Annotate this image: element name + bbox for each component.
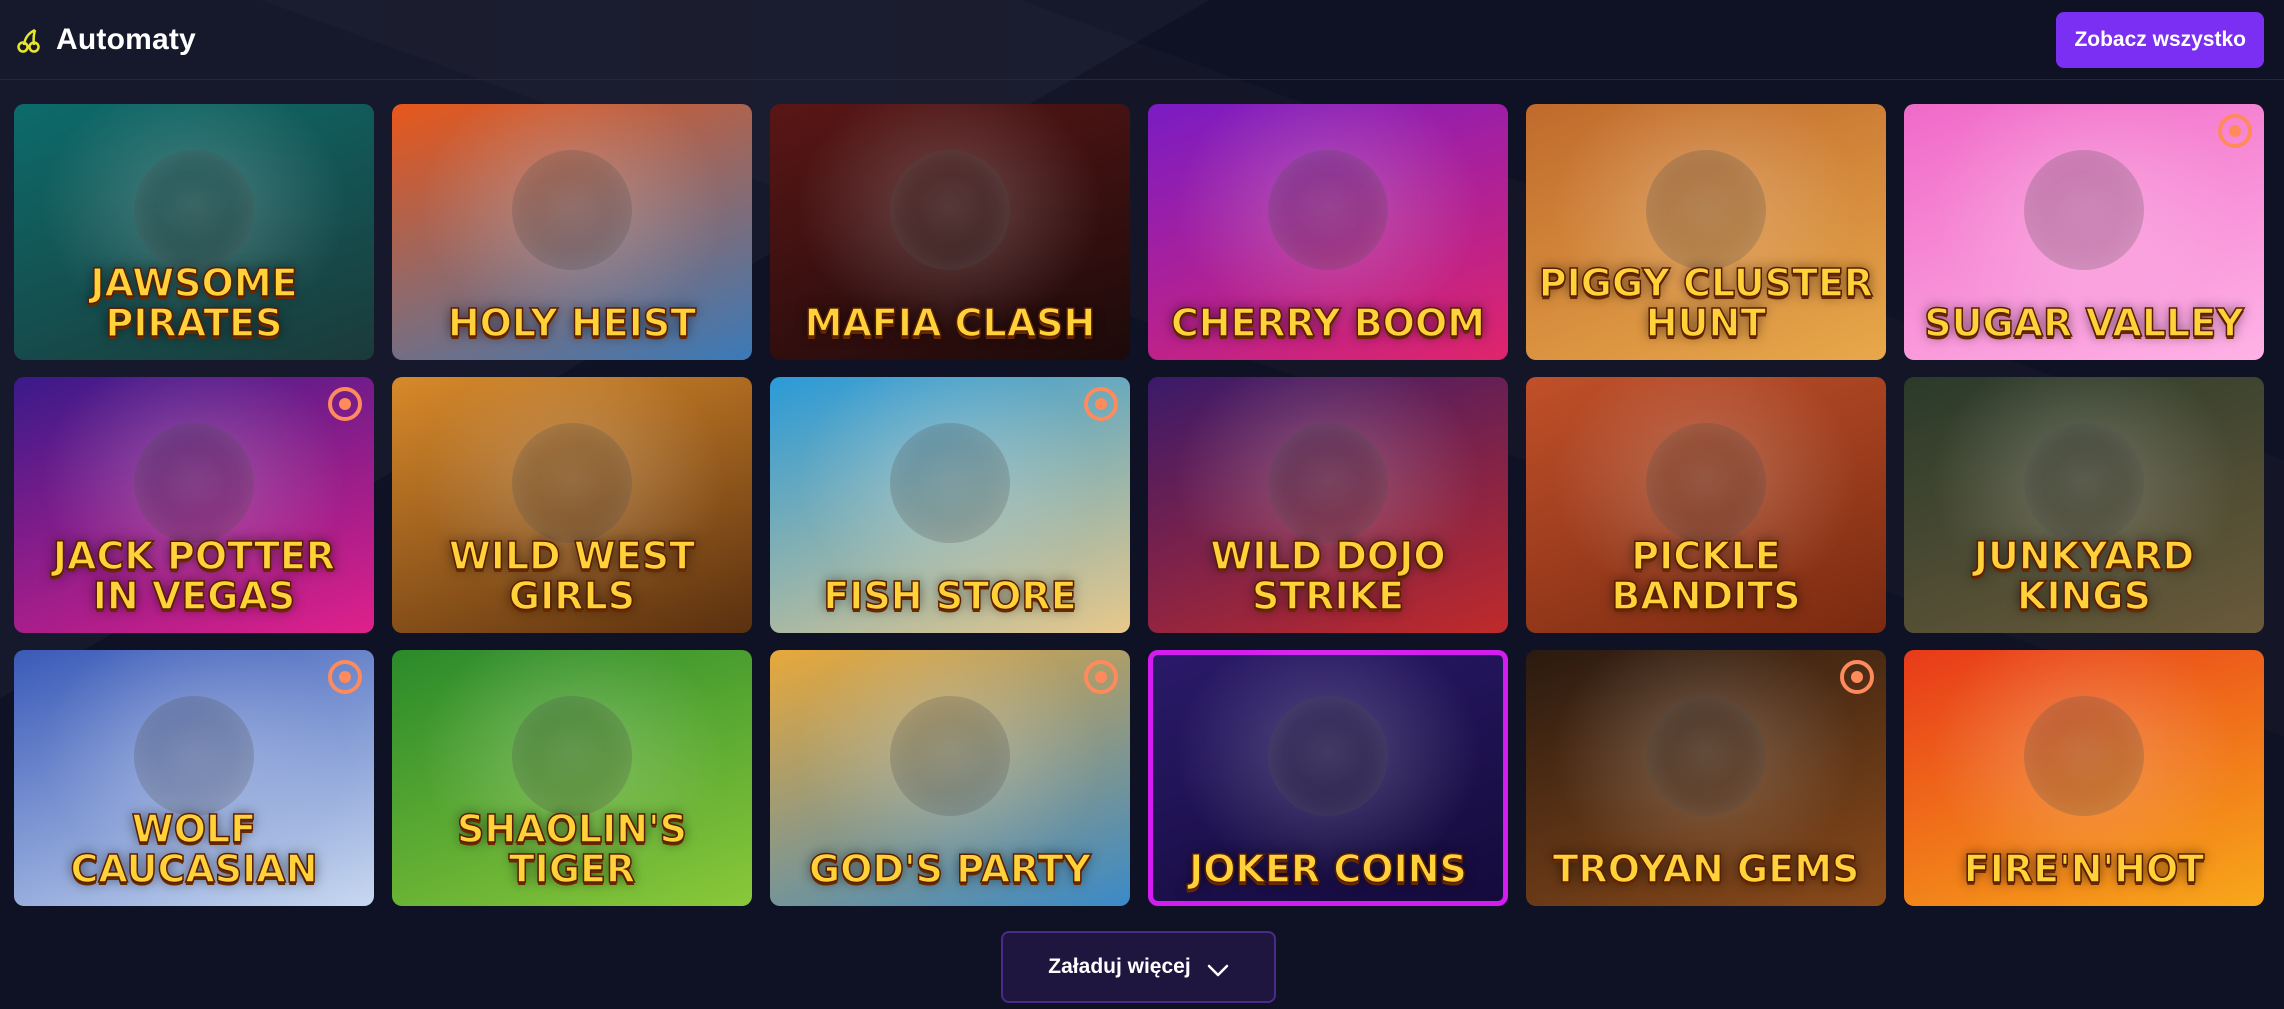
game-tile[interactable]: Wild Dojo Strike xyxy=(1148,377,1508,633)
game-tile[interactable]: Shaolin's Tiger xyxy=(392,650,752,906)
game-character-art xyxy=(1646,150,1766,271)
game-character-art xyxy=(1268,150,1388,271)
provider-badge-icon xyxy=(328,660,362,694)
game-character-art xyxy=(134,150,254,271)
game-character-art xyxy=(1268,423,1388,544)
games-grid: Jawsome Pirates Holy Heist Mafia Clash Cher… xyxy=(14,104,2264,906)
game-character-art xyxy=(1268,696,1388,817)
game-character-art xyxy=(512,696,632,817)
game-tile[interactable]: Mafia Clash xyxy=(770,104,1130,360)
game-title: Wolf Caucasian xyxy=(70,807,319,892)
game-title: God's Party xyxy=(808,847,1092,892)
load-more-label: Załaduj więcej xyxy=(1048,955,1191,978)
game-character-art xyxy=(890,150,1010,271)
game-tile[interactable]: Piggy Cluster Hunt xyxy=(1526,104,1886,360)
game-title: Fish Store xyxy=(823,574,1078,619)
game-character-art xyxy=(134,423,254,544)
game-character-art xyxy=(512,150,632,271)
section-title-group: Automaty xyxy=(16,23,196,57)
game-title: Pickle Bandits xyxy=(1611,534,1802,619)
game-character-art xyxy=(2024,696,2144,817)
game-tile[interactable]: Wild West Girls xyxy=(392,377,752,633)
game-tile[interactable]: Sugar Valley xyxy=(1904,104,2264,360)
game-tile[interactable]: Wolf Caucasian xyxy=(14,650,374,906)
game-title: Mafia Clash xyxy=(804,301,1096,346)
game-title: Jawsome Pirates xyxy=(90,261,299,346)
game-character-art xyxy=(1646,423,1766,544)
provider-badge-icon xyxy=(328,387,362,421)
section-title: Automaty xyxy=(56,22,196,56)
game-title: Fire'n'Hot xyxy=(1963,847,2205,892)
game-title: Holy Heist xyxy=(447,301,697,346)
game-tile[interactable]: Troyan Gems xyxy=(1526,650,1886,906)
provider-badge-icon xyxy=(2218,114,2252,148)
game-title: Cherry Boom xyxy=(1170,301,1486,346)
game-title: Jack Potter in Vegas xyxy=(52,534,336,619)
game-character-art xyxy=(2024,150,2144,271)
provider-badge-icon xyxy=(1084,660,1118,694)
provider-badge-icon xyxy=(1840,660,1874,694)
game-title: Shaolin's Tiger xyxy=(456,807,688,892)
game-title: Wild West Girls xyxy=(448,534,696,619)
game-tile[interactable]: Fish Store xyxy=(770,377,1130,633)
game-title: Piggy Cluster Hunt xyxy=(1538,261,1874,346)
game-tile[interactable]: Jack Potter in Vegas xyxy=(14,377,374,633)
game-tile[interactable]: Pickle Bandits xyxy=(1526,377,1886,633)
game-title: Junkyard Kings xyxy=(1973,534,2195,619)
game-character-art xyxy=(1646,696,1766,817)
load-more-button[interactable]: Załaduj więcej xyxy=(1001,931,1276,1003)
section-header: Automaty Zobacz wszystko xyxy=(0,0,2284,80)
game-tile[interactable]: Joker Coins xyxy=(1148,650,1508,906)
game-character-art xyxy=(512,423,632,544)
game-tile[interactable]: Jawsome Pirates xyxy=(14,104,374,360)
game-tile[interactable]: Junkyard Kings xyxy=(1904,377,2264,633)
chevron-down-icon xyxy=(1207,960,1229,977)
game-title: Joker Coins xyxy=(1188,847,1467,892)
game-character-art xyxy=(2024,423,2144,544)
game-character-art xyxy=(890,423,1010,544)
game-title: Troyan Gems xyxy=(1552,847,1860,892)
game-tile[interactable]: Holy Heist xyxy=(392,104,752,360)
game-tile[interactable]: Fire'n'Hot xyxy=(1904,650,2264,906)
see-all-button[interactable]: Zobacz wszystko xyxy=(2056,11,2264,68)
cherry-icon xyxy=(16,27,42,53)
game-tile[interactable]: God's Party xyxy=(770,650,1130,906)
game-character-art xyxy=(134,696,254,817)
provider-badge-icon xyxy=(1084,387,1118,421)
game-title: Wild Dojo Strike xyxy=(1210,534,1447,619)
game-tile[interactable]: Cherry Boom xyxy=(1148,104,1508,360)
game-title: Sugar Valley xyxy=(1924,301,2245,346)
game-character-art xyxy=(890,696,1010,817)
